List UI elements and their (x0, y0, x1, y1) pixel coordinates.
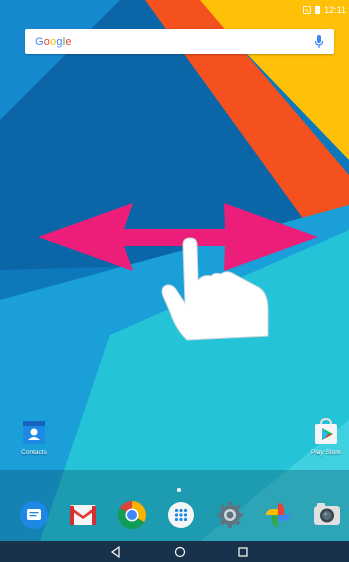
microphone-icon[interactable] (314, 35, 324, 49)
play-store-app[interactable]: Play Store (306, 418, 346, 456)
play-store-label: Play Store (311, 449, 341, 456)
chrome-icon[interactable] (117, 500, 147, 530)
home-icon[interactable] (173, 545, 187, 559)
messages-icon[interactable] (19, 500, 49, 530)
navigation-bar (0, 541, 349, 562)
play-store-icon (315, 418, 337, 444)
recents-icon[interactable] (236, 545, 250, 559)
battery-icon (315, 6, 321, 14)
status-bar: 12:11 (0, 0, 349, 20)
wallpaper (0, 0, 349, 562)
no-signal-icon (303, 6, 312, 14)
contacts-icon (23, 421, 45, 444)
settings-icon[interactable] (215, 500, 245, 530)
google-search-bar[interactable]: Google (25, 29, 334, 54)
google-logo: Google (35, 35, 72, 48)
photos-icon[interactable] (263, 500, 293, 530)
status-time: 12:11 (324, 5, 346, 15)
page-indicator (177, 488, 181, 492)
contacts-label: Contacts (21, 449, 47, 456)
home-screen: 12:11 Google Contacts Play Store (0, 0, 349, 562)
app-drawer-icon[interactable] (166, 500, 196, 530)
back-icon[interactable] (109, 545, 123, 559)
gmail-icon[interactable] (68, 500, 98, 530)
contacts-app[interactable]: Contacts (18, 418, 50, 456)
camera-icon[interactable] (312, 500, 342, 530)
